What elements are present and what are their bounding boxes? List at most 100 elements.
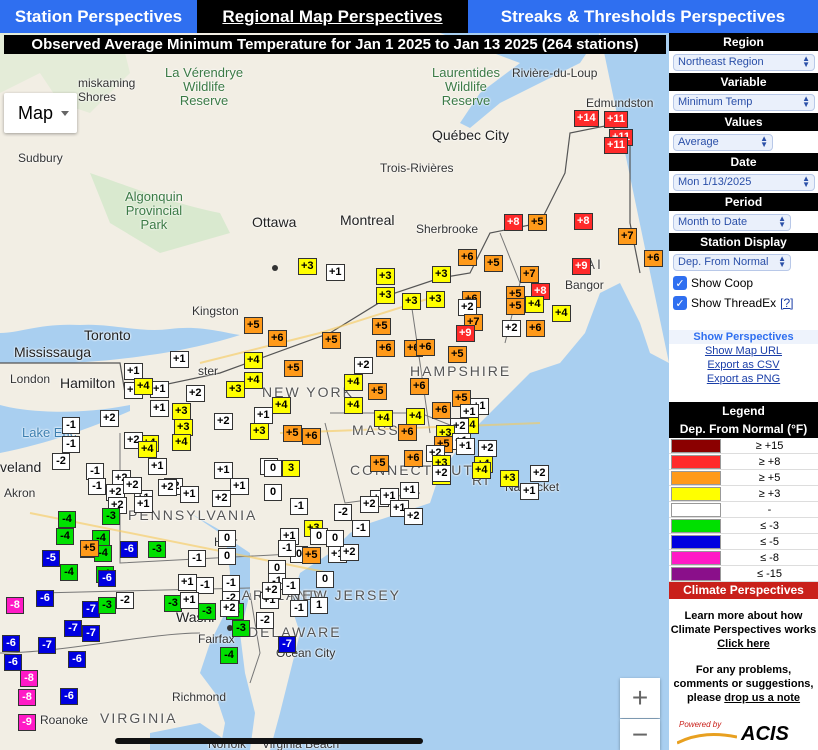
station-marker[interactable]: +11 (604, 111, 629, 128)
zoom-out-button[interactable]: − (620, 719, 660, 750)
station-marker[interactable]: +2 (214, 413, 233, 430)
zoom-in-button[interactable]: + (620, 678, 660, 718)
station-marker[interactable]: +3 (500, 470, 519, 487)
station-marker[interactable]: 0 (218, 548, 236, 565)
station-marker[interactable]: -2 (116, 592, 134, 609)
station-marker[interactable]: -8 (20, 670, 38, 687)
station-marker[interactable]: +1 (230, 478, 249, 495)
station-marker[interactable]: +6 (376, 340, 395, 357)
station-marker[interactable]: +6 (416, 339, 435, 356)
station-marker[interactable]: +1 (180, 486, 199, 503)
station-marker[interactable]: +5 (370, 455, 389, 472)
station-marker[interactable]: -8 (6, 597, 24, 614)
station-marker[interactable]: -1 (188, 550, 206, 567)
station-marker[interactable]: +6 (398, 424, 417, 441)
values-select[interactable]: Average ▲ ▼ (669, 132, 818, 152)
station-marker[interactable]: -4 (60, 564, 78, 581)
station-marker[interactable]: +5 (528, 214, 547, 231)
station-marker[interactable]: +1 (134, 496, 153, 513)
station-marker[interactable]: +6 (458, 249, 477, 266)
station-marker[interactable]: +2 (220, 600, 239, 617)
station-marker[interactable]: +5 (244, 317, 263, 334)
station-marker[interactable]: -6 (120, 541, 138, 558)
station-marker[interactable]: +6 (526, 320, 545, 337)
date-select[interactable]: Mon 1/13/2025 ▲ ▼ (669, 172, 818, 192)
station-marker[interactable]: +1 (150, 400, 169, 417)
export-png-link[interactable]: Export as PNG (669, 372, 818, 386)
station-marker[interactable]: +7 (618, 228, 637, 245)
station-marker[interactable]: +2 (100, 410, 119, 427)
station-marker[interactable]: +5 (368, 383, 387, 400)
station-marker[interactable]: -4 (56, 528, 74, 545)
station-marker[interactable]: -5 (42, 550, 60, 567)
station-marker[interactable]: +4 (134, 378, 153, 395)
station-marker[interactable]: -3 (232, 620, 250, 637)
station-marker[interactable]: +2 (530, 465, 549, 482)
station-marker[interactable]: +1 (254, 407, 273, 424)
station-marker[interactable]: -9 (18, 714, 36, 731)
station-marker[interactable]: +5 (448, 346, 467, 363)
station-marker[interactable]: +2 (354, 357, 373, 374)
station-marker[interactable]: +2 (212, 490, 231, 507)
station-marker[interactable]: +4 (244, 352, 263, 369)
drop-note-link[interactable]: drop us a note (724, 692, 800, 704)
station-marker[interactable]: +4 (374, 410, 393, 427)
station-marker[interactable]: +3 (298, 258, 317, 275)
station-marker[interactable]: +6 (432, 402, 451, 419)
station-marker[interactable]: +2 (186, 385, 205, 402)
station-marker[interactable]: +1 (326, 264, 345, 281)
station-marker[interactable]: +4 (525, 296, 544, 313)
station-marker[interactable]: -6 (98, 570, 116, 587)
station-marker[interactable]: +4 (172, 434, 191, 451)
map-type-dropdown[interactable]: Map (4, 93, 77, 133)
variable-select[interactable]: Minimum Temp ▲ ▼ (669, 92, 818, 112)
station-marker[interactable]: +6 (302, 428, 321, 445)
station-marker[interactable]: 0 (218, 530, 236, 547)
station-marker[interactable]: +4 (244, 372, 263, 389)
station-marker[interactable]: +7 (520, 266, 539, 283)
station-marker[interactable]: -6 (36, 590, 54, 607)
station-marker[interactable]: 0 (264, 484, 282, 501)
station-marker[interactable]: 0 (326, 530, 344, 547)
station-marker[interactable]: -7 (64, 620, 82, 637)
station-marker[interactable]: +8 (574, 213, 593, 230)
horizontal-scrollbar[interactable] (115, 738, 423, 744)
station-marker[interactable]: -3 (102, 508, 120, 525)
station-marker[interactable]: -6 (4, 654, 22, 671)
station-marker[interactable]: -1 (290, 600, 308, 617)
station-marker[interactable]: +5 (302, 547, 321, 564)
station-marker[interactable]: -7 (278, 636, 296, 653)
station-marker[interactable]: -6 (60, 688, 78, 705)
station-marker[interactable]: +2 (502, 320, 521, 337)
station-marker[interactable]: +4 (344, 374, 363, 391)
station-marker[interactable]: -1 (62, 417, 80, 434)
threadex-help-link[interactable]: [?] (780, 296, 793, 310)
station-marker[interactable]: -7 (38, 637, 56, 654)
click-here-link[interactable]: Click here (717, 638, 770, 650)
export-csv-link[interactable]: Export as CSV (669, 358, 818, 372)
station-marker[interactable]: +1 (400, 482, 419, 499)
station-marker[interactable]: +3 (226, 381, 245, 398)
station-marker[interactable]: +4 (272, 397, 291, 414)
tab-regional-map-perspectives[interactable]: Regional Map Perspectives (197, 0, 468, 33)
station-marker[interactable]: +5 (284, 360, 303, 377)
map-canvas[interactable]: La Vérendrye Wildlife Reserve Laurentides… (0, 33, 669, 750)
station-marker[interactable]: -6 (2, 635, 20, 652)
station-marker[interactable]: +4 (138, 441, 157, 458)
station-marker[interactable]: -1 (290, 498, 308, 515)
station-marker[interactable]: +1 (180, 592, 199, 609)
show-coop-checkbox[interactable]: ✓ Show Coop (669, 273, 818, 293)
station-marker[interactable]: +5 (372, 318, 391, 335)
station-marker[interactable]: +1 (148, 458, 167, 475)
station-marker[interactable]: +2 (360, 496, 379, 513)
station-marker[interactable]: 0 (316, 571, 334, 588)
tab-streaks-thresholds-perspectives[interactable]: Streaks & Thresholds Perspectives (468, 0, 818, 33)
station-display-select[interactable]: Dep. From Normal ▲ ▼ (669, 252, 818, 272)
station-marker[interactable]: +1 (520, 483, 539, 500)
station-marker[interactable]: +9 (572, 258, 591, 275)
station-marker[interactable]: +3 (426, 291, 445, 308)
station-marker[interactable]: +5 (506, 298, 525, 315)
acis-logo[interactable]: Powered by ACIS (675, 720, 813, 746)
station-marker[interactable]: +4 (472, 462, 491, 479)
station-marker[interactable]: +2 (158, 479, 177, 496)
